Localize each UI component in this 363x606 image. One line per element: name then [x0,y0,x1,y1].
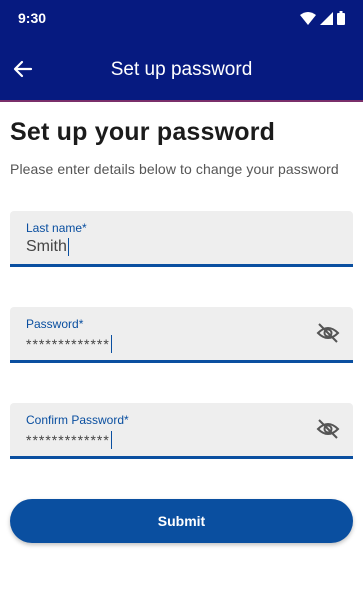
page-title: Set up your password [10,118,276,146]
password-input[interactable]: ************* [26,335,113,353]
confirm-password-input[interactable]: ************* [26,431,113,449]
wifi-icon [300,11,316,25]
page-subtitle: Please enter details below to change you… [10,161,339,177]
app-header: 9:30 Set up password [0,0,363,102]
confirm-password-visibility-toggle[interactable] [315,418,341,444]
confirm-password-label: Confirm Password* [26,413,129,427]
password-visibility-toggle[interactable] [315,322,341,348]
eye-off-icon [316,322,340,348]
text-caret [110,335,113,353]
last-name-value: Smith [26,238,67,255]
last-name-field[interactable]: Last name* Smith [10,211,353,267]
page-header-title: Set up password [110,59,253,80]
last-name-input[interactable]: Smith [26,238,70,256]
last-name-label: Last name* [26,221,87,235]
password-label: Password* [26,317,84,331]
submit-button[interactable]: Submit [10,499,353,543]
status-bar: 9:30 [0,0,363,36]
battery-icon [337,11,345,25]
status-icons [300,11,345,25]
confirm-password-value: ************* [26,432,110,448]
password-value: ************* [26,336,110,352]
eye-off-icon [316,418,340,444]
signal-icon [320,11,333,25]
text-caret [67,238,70,256]
text-caret [110,431,113,449]
confirm-password-field[interactable]: Confirm Password* ************* [10,403,353,459]
status-time: 9:30 [18,10,47,26]
password-field[interactable]: Password* ************* [10,307,353,363]
